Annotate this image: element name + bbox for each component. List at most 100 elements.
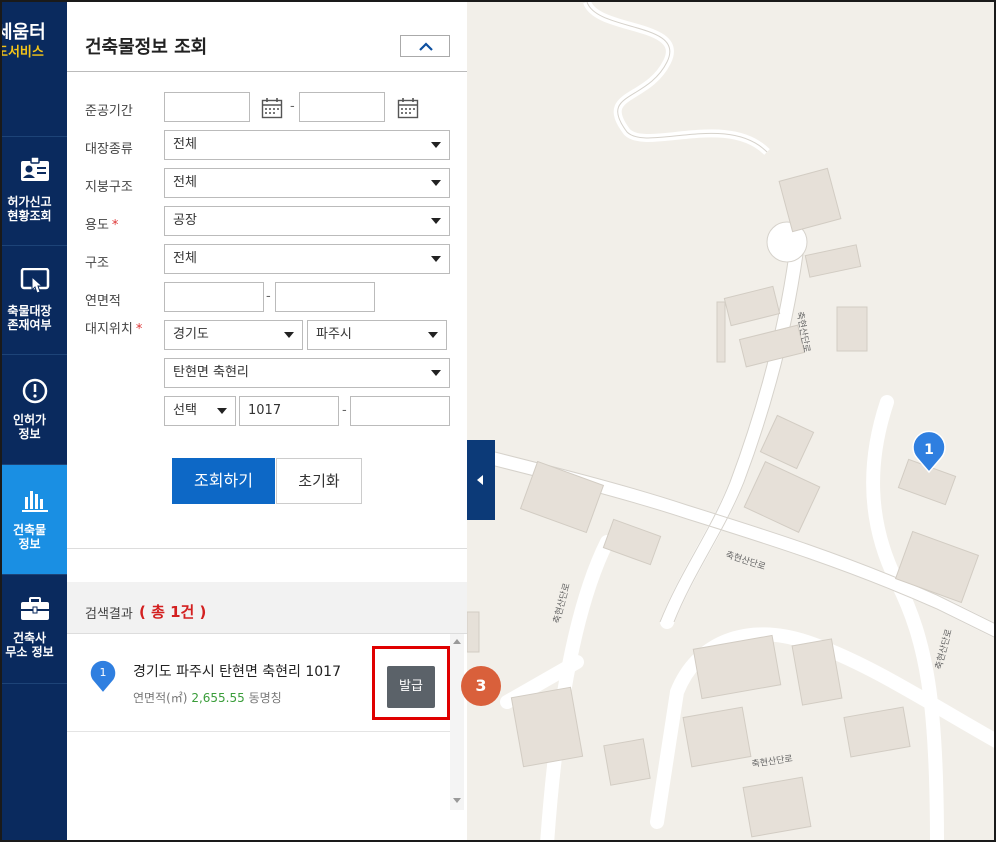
province-value: 경기도 <box>173 327 209 342</box>
sidebar-item-building-info[interactable]: 건축물 정보 <box>2 464 67 574</box>
map-canvas: 축현산단로 축현산단로 축현산단로 축현산단로 축현산단로 1 <box>460 2 994 840</box>
sidebar-label-line2: 정보 <box>18 427 41 441</box>
floor-area-from-input[interactable] <box>164 282 264 312</box>
calendar-icon[interactable] <box>397 97 419 119</box>
location-label-text: 대지위치 <box>85 322 133 337</box>
dropdown-arrow-icon <box>431 142 441 148</box>
scroll-up-arrow-icon[interactable] <box>453 639 461 644</box>
location-label: 대지위치 * <box>85 318 142 337</box>
map-marker-number: 1 <box>924 442 934 458</box>
dropdown-arrow-icon <box>284 332 294 338</box>
usage-value: 공장 <box>173 213 197 228</box>
floor-area-to-input[interactable] <box>275 282 375 312</box>
structure-value: 전체 <box>173 251 197 266</box>
range-dash: - <box>266 289 271 304</box>
roof-structure-value: 전체 <box>173 175 197 190</box>
dropdown-arrow-icon <box>431 180 441 186</box>
dropdown-arrow-icon <box>431 370 441 376</box>
chevron-up-icon <box>419 42 433 51</box>
result-list: 1 경기도 파주시 탄현면 축현리 1017 연면적(㎡) 2,655.55 동… <box>67 634 467 840</box>
brand-logo[interactable]: 세움터 도서비스 <box>2 22 67 62</box>
roof-structure-select[interactable]: 전체 <box>164 168 450 198</box>
structure-select[interactable]: 전체 <box>164 244 450 274</box>
brand-line-1: 세움터 <box>2 22 46 43</box>
dropdown-arrow-icon <box>431 256 441 262</box>
floor-area-label: 연면적 <box>85 294 121 309</box>
brand-line-2: 도서비스 <box>2 45 44 60</box>
area-label: 연면적(㎡) <box>133 691 188 705</box>
sidebar-label-line1: 축물대장 <box>7 304 52 318</box>
sidebar-label-line1: 인허가 <box>12 413 47 427</box>
panel-toggle-tab[interactable] <box>467 440 495 520</box>
usage-label: 용도 * <box>85 214 118 233</box>
section-divider <box>67 548 467 549</box>
sidebar-label-line1: 허가신고 <box>7 195 52 209</box>
result-count: ( 총 1건 ) <box>139 603 207 621</box>
reset-button[interactable]: 초기화 <box>276 458 362 504</box>
list-item[interactable]: 1 경기도 파주시 탄현면 축현리 1017 연면적(㎡) 2,655.55 동… <box>67 634 450 732</box>
lot-sub-number-input[interactable] <box>350 396 450 426</box>
sidebar-item-permit-info[interactable]: 인허가 정보 <box>2 354 67 464</box>
step-badge: 3 <box>461 666 501 706</box>
road-label: 축현산단로 <box>724 549 767 572</box>
map-marker-icon: 1 <box>89 659 117 694</box>
sidebar-item-register-existence[interactable]: 축물대장 존재여부 <box>2 245 67 354</box>
bar-chart-icon <box>21 491 48 512</box>
road-label: 축현산단로 <box>751 753 794 770</box>
briefcase-icon <box>20 597 49 620</box>
road-label: 축현산단로 <box>933 628 954 671</box>
range-dash: - <box>342 403 347 418</box>
roof-structure-label: 지붕구조 <box>85 180 133 195</box>
lot-type-select[interactable]: 선택 <box>164 396 236 426</box>
lot-main-number-input[interactable]: 1017 <box>239 396 339 426</box>
usage-label-text: 용도 <box>85 218 109 233</box>
register-type-select[interactable]: 전체 <box>164 130 450 160</box>
city-value: 파주시 <box>316 327 352 342</box>
result-area-line: 연면적(㎡) 2,655.55 동명칭 <box>133 689 282 706</box>
sidebar-label-line2: 무소 정보 <box>5 645 54 659</box>
lot-type-value: 선택 <box>173 403 197 418</box>
dropdown-arrow-icon <box>431 218 441 224</box>
result-label: 검색결과 <box>85 607 133 622</box>
result-address[interactable]: 경기도 파주시 탄현면 축현리 1017 <box>133 661 341 681</box>
collapse-panel-button[interactable] <box>400 35 450 57</box>
search-panel: 건축물정보 조회 준공기간 - 대장종류 전체 지붕구조 전체 용도 * 공장 … <box>67 2 467 840</box>
sidebar-label-line2: 현황조회 <box>7 209 52 223</box>
id-card-icon <box>20 157 49 181</box>
search-button[interactable]: 조회하기 <box>172 458 275 504</box>
left-sidebar: 세움터 도서비스 허가신고 현황조회 축물대장 존재여부 <box>2 2 67 840</box>
completion-to-input[interactable] <box>299 92 385 122</box>
building-name-label: 동명칭 <box>248 691 282 705</box>
scrollbar[interactable] <box>450 634 464 810</box>
calendar-icon[interactable] <box>261 97 283 119</box>
range-dash: - <box>290 99 295 114</box>
app-window: 세움터 도서비스 허가신고 현황조회 축물대장 존재여부 <box>0 0 996 842</box>
marker-number: 1 <box>100 666 107 679</box>
issue-button[interactable]: 발급 <box>387 666 435 708</box>
sidebar-label-line1: 건축사 <box>12 631 47 645</box>
sidebar-label-line1: 건축물 <box>12 523 47 537</box>
dropdown-arrow-icon <box>428 332 438 338</box>
touch-screen-icon <box>20 268 49 294</box>
sidebar-item-architect-office[interactable]: 건축사 무소 정보 <box>2 574 67 684</box>
city-select[interactable]: 파주시 <box>307 320 447 350</box>
road-label: 축현산단로 <box>551 582 572 625</box>
dropdown-arrow-icon <box>217 408 227 414</box>
chevron-left-icon <box>477 475 483 485</box>
usage-select[interactable]: 공장 <box>164 206 450 236</box>
area-value: 2,655.55 <box>191 691 245 705</box>
result-header: 검색결과 ( 총 1건 ) <box>67 582 467 634</box>
structure-label: 구조 <box>85 256 109 271</box>
sidebar-label-line2: 존재여부 <box>7 318 52 332</box>
register-type-label: 대장종류 <box>85 142 133 157</box>
register-type-value: 전체 <box>173 137 197 152</box>
town-select[interactable]: 탄현면 축현리 <box>164 358 450 388</box>
completion-from-input[interactable] <box>164 92 250 122</box>
map-view[interactable]: 축현산단로 축현산단로 축현산단로 축현산단로 축현산단로 1 <box>460 2 994 840</box>
province-select[interactable]: 경기도 <box>164 320 303 350</box>
scroll-down-arrow-icon[interactable] <box>453 798 461 803</box>
sidebar-label-line2: 정보 <box>18 537 41 551</box>
town-value: 탄현면 축현리 <box>173 365 249 380</box>
required-mark: * <box>111 218 119 233</box>
sidebar-item-permit-status[interactable]: 허가신고 현황조회 <box>2 136 67 245</box>
